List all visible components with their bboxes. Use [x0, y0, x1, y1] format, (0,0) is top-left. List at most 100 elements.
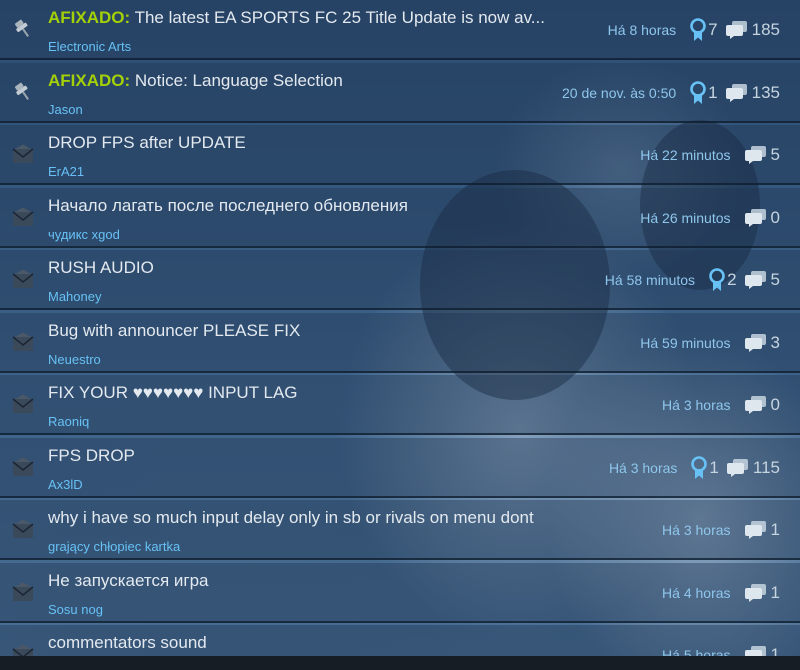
topic-title[interactable]: AFIXADO: Notice: Language Selection [48, 71, 343, 91]
reply-count: 3 [770, 332, 780, 352]
envelope-icon [10, 141, 36, 167]
topic-row[interactable]: DROP FPS after UPDATE ErA21 Há 22 minuto… [0, 125, 800, 185]
topic-row[interactable]: FPS DROP Ax3lD Há 3 horas 1 115 [0, 437, 800, 498]
award-icon [691, 455, 708, 479]
topic-time: Há 8 horas [607, 22, 677, 38]
topic-row[interactable]: Не запускается игра Sosu nog Há 4 horas … [0, 562, 800, 623]
reply-count: 135 [751, 82, 780, 102]
envelope-icon [10, 579, 36, 605]
footer-bar [0, 656, 800, 670]
reply-count-badge: 1 [744, 582, 780, 603]
topic-author[interactable]: Jason [48, 102, 83, 117]
reply-count-badge: 3 [744, 332, 780, 353]
award-count: 2 [727, 270, 737, 289]
reply-count: 115 [752, 457, 780, 477]
topic-title[interactable]: Начало лагать после последнего обновлени… [48, 196, 408, 216]
award-count: 7 [708, 20, 718, 39]
topic-meta: 20 de nov. às 0:50 1 135 [561, 80, 780, 105]
topic-author[interactable]: ErA21 [48, 164, 84, 179]
topic-meta: Há 8 horas 7 185 [608, 18, 780, 42]
comment-icon [744, 333, 766, 352]
award-count: 1 [709, 457, 719, 477]
reply-count: 0 [770, 395, 780, 414]
award-badge: 2 [709, 268, 737, 292]
topic-author[interactable]: Sosu nog [48, 602, 103, 617]
topic-title-text: The latest EA SPORTS FC 25 Title Update … [134, 8, 545, 27]
envelope-icon [10, 516, 36, 542]
topic-row[interactable]: AFIXADO: The latest EA SPORTS FC 25 Titl… [0, 0, 800, 60]
envelope-icon [10, 266, 36, 292]
pinned-label: AFIXADO: [48, 70, 131, 90]
topic-title-text: why i have so much input delay only in s… [48, 508, 534, 527]
reply-count-badge: 115 [726, 457, 780, 478]
reply-count-badge: 0 [744, 395, 780, 415]
topic-title-text: Не запускается игра [48, 570, 209, 590]
envelope-icon [10, 391, 36, 417]
award-count: 1 [708, 82, 718, 102]
topic-row[interactable]: RUSH AUDIO Mahoney Há 58 minutos 2 5 [0, 250, 800, 310]
reply-count-badge: 5 [744, 145, 780, 165]
topic-title-text: RUSH AUDIO [48, 258, 154, 277]
envelope-icon [10, 204, 36, 230]
reply-count: 5 [770, 270, 780, 289]
topic-author[interactable]: Electronic Arts [48, 39, 131, 54]
pin-icon [10, 16, 36, 42]
topic-meta: Há 22 minutos 5 [640, 143, 780, 167]
topic-author[interactable]: Raoniq [48, 414, 89, 429]
topic-meta: Há 26 minutos 0 [640, 206, 780, 230]
topic-title-text: FPS DROP [48, 445, 135, 465]
topic-row[interactable]: AFIXADO: Notice: Language Selection Jaso… [0, 62, 800, 123]
pinned-label: AFIXADO: [48, 8, 131, 27]
envelope-icon [10, 454, 36, 480]
topic-title[interactable]: Bug with announcer PLEASE FIX [48, 321, 300, 341]
topic-title[interactable]: FPS DROP [48, 446, 135, 466]
topic-title[interactable]: RUSH AUDIO [48, 258, 154, 278]
topic-title-text: Notice: Language Selection [134, 70, 343, 90]
award-icon [690, 80, 706, 104]
topic-meta: Há 3 horas 1 115 [609, 455, 780, 480]
topic-row[interactable]: why i have so much input delay only in s… [0, 500, 800, 560]
comment-icon [744, 396, 766, 414]
topic-author[interactable]: Neuestro [48, 352, 101, 367]
topic-row[interactable]: Начало лагать после последнего обновлени… [0, 187, 800, 248]
topic-meta: Há 58 minutos 2 5 [605, 268, 780, 292]
comment-icon [744, 146, 766, 164]
topic-author[interactable]: Mahoney [48, 289, 101, 304]
comment-icon [744, 208, 766, 227]
topic-title[interactable]: AFIXADO: The latest EA SPORTS FC 25 Titl… [48, 8, 545, 28]
topic-title-text: DROP FPS after UPDATE [48, 133, 246, 152]
topic-time: 20 de nov. às 0:50 [561, 84, 677, 101]
topic-row[interactable]: FIX YOUR ♥♥♥♥♥♥♥ INPUT LAG Raoniq Há 3 h… [0, 375, 800, 435]
comment-icon [726, 458, 748, 477]
topic-time: Há 22 minutos [640, 147, 731, 163]
comment-icon [744, 521, 766, 539]
reply-count: 185 [751, 20, 780, 39]
topic-title-text: commentators sound [48, 633, 207, 652]
topic-row[interactable]: Bug with announcer PLEASE FIX Neuestro H… [0, 312, 800, 373]
topic-title-text: Начало лагать после последнего обновлени… [48, 195, 408, 215]
comment-icon [744, 583, 766, 602]
reply-count-badge: 185 [725, 20, 780, 40]
reply-count: 1 [770, 582, 780, 602]
comment-icon [744, 271, 766, 289]
topic-title[interactable]: Не запускается игра [48, 571, 209, 591]
comment-icon [725, 21, 747, 39]
topic-author[interactable]: Ax3lD [48, 477, 83, 492]
topic-title[interactable]: FIX YOUR ♥♥♥♥♥♥♥ INPUT LAG [48, 383, 298, 403]
comment-icon [725, 83, 747, 102]
reply-count-badge: 1 [744, 520, 780, 540]
topic-author[interactable]: чудикс xgod [48, 227, 120, 242]
topic-meta: Há 3 horas 1 [662, 518, 780, 542]
reply-count-badge: 135 [725, 82, 780, 103]
award-badge: 1 [691, 455, 719, 480]
topic-title[interactable]: DROP FPS after UPDATE [48, 133, 246, 153]
topic-title[interactable]: commentators sound [48, 633, 207, 653]
topic-meta: Há 4 horas 1 [662, 581, 780, 605]
topic-title[interactable]: why i have so much input delay only in s… [48, 508, 534, 528]
reply-count-badge: 5 [744, 270, 780, 290]
topic-meta: Há 59 minutos 3 [640, 331, 780, 355]
topic-time: Há 59 minutos [640, 334, 731, 351]
topic-time: Há 58 minutos [604, 272, 696, 288]
award-icon [690, 18, 706, 41]
topic-author[interactable]: grający chłopiec kartka [48, 539, 180, 554]
